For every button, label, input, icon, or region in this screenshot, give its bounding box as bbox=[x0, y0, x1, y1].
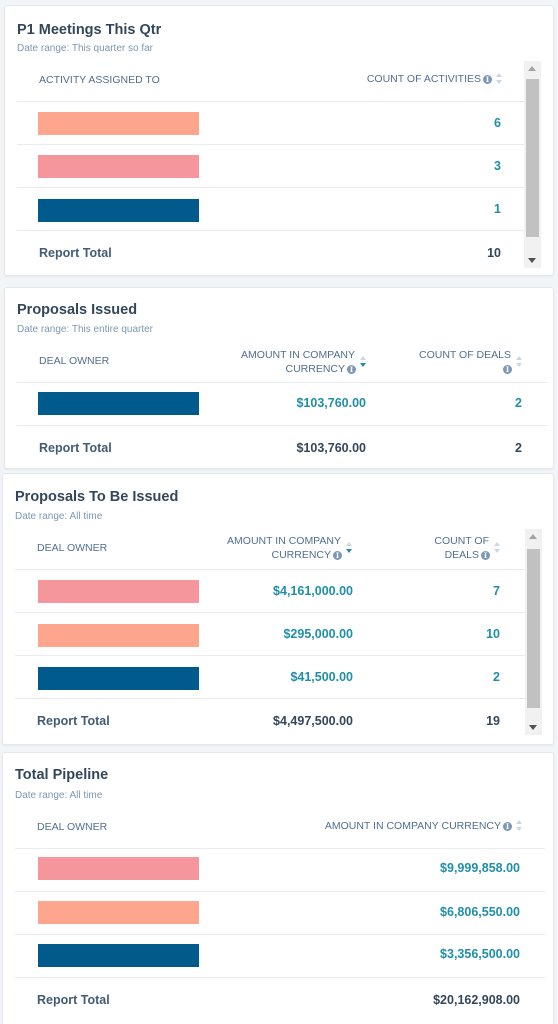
sort-icon[interactable] bbox=[360, 355, 367, 369]
report-total-amount: $103,760.00 bbox=[296, 441, 366, 455]
scrollbar-thumb[interactable] bbox=[526, 79, 539, 237]
column-header-deal-owner[interactable]: DEAL OWNER bbox=[37, 542, 107, 555]
count-value[interactable]: 10 bbox=[486, 627, 500, 641]
report-total-amount: $20,162,908.00 bbox=[433, 993, 520, 1007]
info-icon[interactable]: i bbox=[503, 364, 512, 374]
owner-bar[interactable] bbox=[38, 857, 199, 880]
column-header-count-of-deals[interactable]: COUNT OF DEALS i bbox=[419, 349, 523, 376]
divider bbox=[15, 934, 545, 935]
column-header-label: AMOUNT IN COMPANY bbox=[227, 535, 341, 547]
scroll-up-icon[interactable] bbox=[528, 66, 536, 71]
scrollbar-thumb[interactable] bbox=[527, 549, 540, 708]
count-value[interactable]: 1 bbox=[494, 202, 501, 216]
report-card-proposals-to-be-issued: Proposals To Be Issued Date range: All t… bbox=[2, 473, 554, 745]
info-icon[interactable]: i bbox=[333, 550, 342, 560]
report-total-amount: $4,497,500.00 bbox=[273, 714, 353, 728]
count-value[interactable]: 2 bbox=[493, 670, 500, 684]
count-value[interactable]: 3 bbox=[494, 159, 501, 173]
column-header-label: COUNT OF bbox=[434, 535, 489, 547]
divider bbox=[15, 612, 525, 613]
owner-bar[interactable] bbox=[38, 392, 199, 415]
owner-bar[interactable] bbox=[38, 155, 199, 178]
report-title[interactable]: Proposals To Be Issued bbox=[15, 489, 178, 505]
amount-value[interactable]: $6,806,550.00 bbox=[440, 905, 520, 919]
column-header-deal-owner[interactable]: DEAL OWNER bbox=[39, 355, 109, 368]
amount-value[interactable]: $9,999,858.00 bbox=[440, 861, 520, 875]
divider bbox=[17, 425, 547, 426]
divider bbox=[15, 698, 525, 699]
report-total-label: Report Total bbox=[39, 441, 112, 455]
report-total-count: 10 bbox=[487, 246, 501, 260]
divider bbox=[17, 187, 525, 188]
info-icon[interactable]: i bbox=[503, 821, 512, 831]
scrollbar[interactable] bbox=[524, 61, 541, 268]
column-header-count-of-activities[interactable]: COUNT OF ACTIVITIES i bbox=[367, 72, 503, 86]
date-range: Date range: All time bbox=[15, 790, 103, 801]
column-header-count-of-deals[interactable]: COUNT OF DEALS i bbox=[434, 535, 501, 562]
report-title[interactable]: P1 Meetings This Qtr bbox=[17, 22, 161, 38]
scrollbar[interactable] bbox=[525, 529, 542, 735]
column-header-label: AMOUNT IN COMPANY CURRENCY bbox=[324, 819, 501, 832]
column-header-activity-assigned-to[interactable]: ACTIVITY ASSIGNED TO bbox=[39, 74, 160, 87]
amount-value[interactable]: $41,500.00 bbox=[290, 670, 353, 684]
sort-icon[interactable] bbox=[516, 355, 523, 369]
divider bbox=[15, 569, 525, 570]
amount-value[interactable]: $3,356,500.00 bbox=[440, 947, 520, 961]
sort-icon[interactable] bbox=[496, 72, 503, 86]
report-total-label: Report Total bbox=[37, 714, 110, 728]
column-header-deal-owner[interactable]: DEAL OWNER bbox=[37, 821, 107, 834]
column-header-label: COUNT OF ACTIVITIES bbox=[366, 72, 481, 85]
divider bbox=[15, 848, 545, 849]
scroll-down-icon[interactable] bbox=[528, 258, 536, 263]
owner-bar[interactable] bbox=[38, 901, 199, 924]
divider bbox=[15, 891, 545, 892]
count-value[interactable]: 7 bbox=[493, 584, 500, 598]
sort-icon[interactable] bbox=[494, 541, 501, 555]
amount-value[interactable]: $103,760.00 bbox=[296, 396, 366, 410]
owner-bar[interactable] bbox=[38, 112, 199, 135]
owner-bar[interactable] bbox=[38, 580, 199, 603]
report-total-count: 19 bbox=[486, 714, 500, 728]
divider bbox=[15, 655, 525, 656]
owner-bar[interactable] bbox=[38, 944, 199, 967]
count-value[interactable]: 6 bbox=[494, 116, 501, 130]
divider bbox=[17, 144, 525, 145]
report-total-label: Report Total bbox=[39, 246, 112, 260]
owner-bar[interactable] bbox=[38, 624, 199, 647]
sort-icon[interactable] bbox=[516, 819, 523, 833]
owner-bar[interactable] bbox=[38, 667, 199, 690]
report-title[interactable]: Total Pipeline bbox=[15, 767, 108, 783]
date-range: Date range: This quarter so far bbox=[17, 43, 153, 54]
column-header-amount[interactable]: AMOUNT IN COMPANY CURRENCY i bbox=[227, 535, 353, 562]
report-card-p1-meetings: P1 Meetings This Qtr Date range: This qu… bbox=[4, 5, 554, 276]
report-card-total-pipeline: Total Pipeline Date range: All time DEAL… bbox=[2, 752, 554, 1024]
divider bbox=[17, 230, 525, 231]
divider bbox=[17, 101, 525, 102]
divider bbox=[17, 382, 547, 383]
column-header-label: AMOUNT IN COMPANY bbox=[241, 349, 355, 361]
owner-bar[interactable] bbox=[38, 199, 199, 222]
report-title[interactable]: Proposals Issued bbox=[17, 302, 137, 318]
amount-value[interactable]: $4,161,000.00 bbox=[273, 584, 353, 598]
column-header-label: CURRENCY bbox=[271, 548, 331, 561]
amount-value[interactable]: $295,000.00 bbox=[283, 627, 353, 641]
info-icon[interactable]: i bbox=[347, 364, 356, 374]
column-header-label: CURRENCY bbox=[285, 362, 345, 375]
column-header-amount[interactable]: AMOUNT IN COMPANY CURRENCY i bbox=[241, 349, 367, 376]
count-value[interactable]: 2 bbox=[515, 396, 522, 410]
info-icon[interactable]: i bbox=[481, 550, 490, 560]
date-range: Date range: All time bbox=[15, 511, 103, 522]
report-total-label: Report Total bbox=[37, 993, 110, 1007]
column-header-label: COUNT OF DEALS bbox=[419, 349, 511, 361]
column-header-amount[interactable]: AMOUNT IN COMPANY CURRENCY i bbox=[325, 819, 523, 833]
report-total-count: 2 bbox=[515, 441, 522, 455]
sort-icon[interactable] bbox=[346, 541, 353, 555]
scroll-up-icon[interactable] bbox=[529, 534, 537, 539]
report-card-proposals-issued: Proposals Issued Date range: This entire… bbox=[4, 287, 554, 469]
date-range: Date range: This entire quarter bbox=[17, 324, 154, 335]
divider bbox=[15, 977, 545, 978]
info-icon[interactable]: i bbox=[483, 74, 492, 84]
column-header-label: DEALS bbox=[444, 548, 479, 561]
scroll-down-icon[interactable] bbox=[529, 725, 537, 730]
